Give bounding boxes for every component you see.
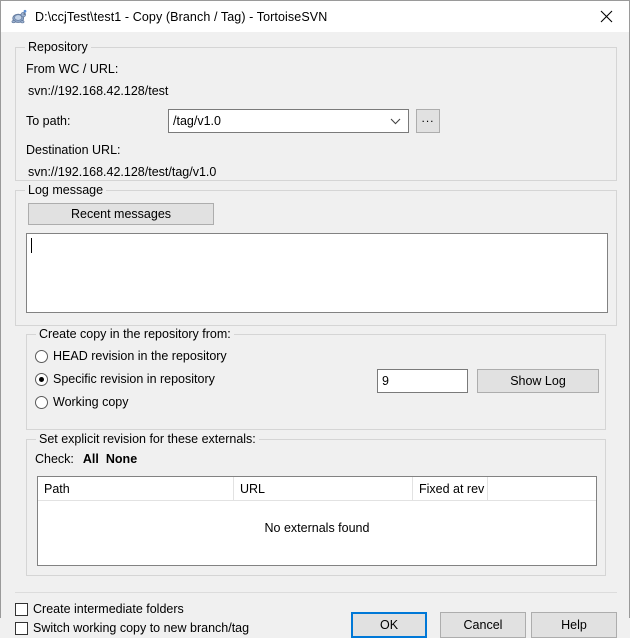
switch-working-copy-label: Switch working copy to new branch/tag <box>33 621 250 635</box>
title-bar: D:\ccjTest\test1 - Copy (Branch / Tag) -… <box>1 1 629 32</box>
externals-group: Set explicit revision for these external… <box>26 432 606 576</box>
column-header-blank[interactable] <box>488 477 596 500</box>
tortoise-svn-icon <box>10 8 28 26</box>
column-header-fixed-at-rev[interactable]: Fixed at rev <box>413 477 488 500</box>
revision-value: 9 <box>382 374 389 388</box>
externals-table[interactable]: Path URL Fixed at rev No externals found <box>37 476 597 566</box>
create-intermediate-folders-box[interactable] <box>15 602 28 616</box>
to-path-combo[interactable]: /tag/v1.0 <box>168 109 409 133</box>
from-wc-url-value: svn://192.168.42.128/test <box>28 84 169 98</box>
cancel-button[interactable]: Cancel <box>440 612 526 638</box>
radio-working-copy[interactable]: Working copy <box>35 395 129 409</box>
log-message-input[interactable] <box>26 233 608 313</box>
radio-head-revision[interactable]: HEAD revision in the repository <box>35 349 227 363</box>
log-message-group: Log message Recent messages <box>15 183 617 326</box>
help-button[interactable]: Help <box>531 612 617 638</box>
check-label: Check: <box>35 452 74 466</box>
check-none-link[interactable]: None <box>106 452 137 466</box>
create-copy-group-title: Create copy in the repository from: <box>36 327 234 341</box>
recent-messages-label: Recent messages <box>70 207 172 221</box>
column-header-url[interactable]: URL <box>234 477 413 500</box>
check-links-row: Check: All None <box>35 452 137 466</box>
radio-specific-revision-label: Specific revision in repository <box>53 372 215 386</box>
footer-divider <box>15 592 617 593</box>
destination-url-value: svn://192.168.42.128/test/tag/v1.0 <box>28 165 217 179</box>
radio-working-copy-indicator[interactable] <box>35 395 48 409</box>
to-path-label: To path: <box>26 114 71 128</box>
help-button-label: Help <box>561 618 587 632</box>
radio-specific-revision[interactable]: Specific revision in repository <box>35 372 215 386</box>
destination-url-label: Destination URL: <box>26 143 121 157</box>
log-message-group-title: Log message <box>25 183 107 197</box>
switch-working-copy-checkbox[interactable]: Switch working copy to new branch/tag <box>15 621 249 635</box>
window-title: D:\ccjTest\test1 - Copy (Branch / Tag) -… <box>35 9 328 24</box>
cancel-button-label: Cancel <box>463 618 503 632</box>
revision-input[interactable]: 9 <box>377 369 468 393</box>
externals-group-title: Set explicit revision for these external… <box>36 432 259 446</box>
copy-branch-tag-dialog: D:\ccjTest\test1 - Copy (Branch / Tag) -… <box>0 0 630 638</box>
radio-head-revision-indicator[interactable] <box>35 349 48 363</box>
switch-working-copy-box[interactable] <box>15 621 28 635</box>
radio-working-copy-label: Working copy <box>53 395 129 409</box>
check-all-link[interactable]: All <box>83 452 99 466</box>
to-path-value: /tag/v1.0 <box>173 114 221 128</box>
recent-messages-button[interactable]: Recent messages <box>28 203 214 225</box>
ok-button-label: OK <box>379 618 399 632</box>
repository-group: Repository From WC / URL: svn://192.168.… <box>15 40 617 181</box>
chevron-down-icon[interactable] <box>389 116 402 126</box>
create-intermediate-folders-checkbox[interactable]: Create intermediate folders <box>15 602 184 616</box>
dialog-client-area: Repository From WC / URL: svn://192.168.… <box>1 32 629 638</box>
radio-specific-revision-indicator[interactable] <box>35 372 48 386</box>
browse-button-label: ... <box>421 111 435 125</box>
browse-button[interactable]: ... <box>416 109 440 133</box>
externals-empty-text: No externals found <box>264 521 370 535</box>
show-log-button[interactable]: Show Log <box>477 369 599 393</box>
close-icon[interactable] <box>583 1 629 32</box>
ok-button[interactable]: OK <box>351 612 427 638</box>
externals-table-header: Path URL Fixed at rev <box>38 477 596 501</box>
from-wc-url-label: From WC / URL: <box>26 62 119 76</box>
column-header-path[interactable]: Path <box>38 477 234 500</box>
create-intermediate-folders-label: Create intermediate folders <box>33 602 184 616</box>
repository-group-title: Repository <box>25 40 91 54</box>
radio-head-revision-label: HEAD revision in the repository <box>53 349 227 363</box>
create-copy-group: Create copy in the repository from: HEAD… <box>26 327 606 430</box>
show-log-label: Show Log <box>510 374 566 388</box>
text-caret <box>31 238 32 253</box>
